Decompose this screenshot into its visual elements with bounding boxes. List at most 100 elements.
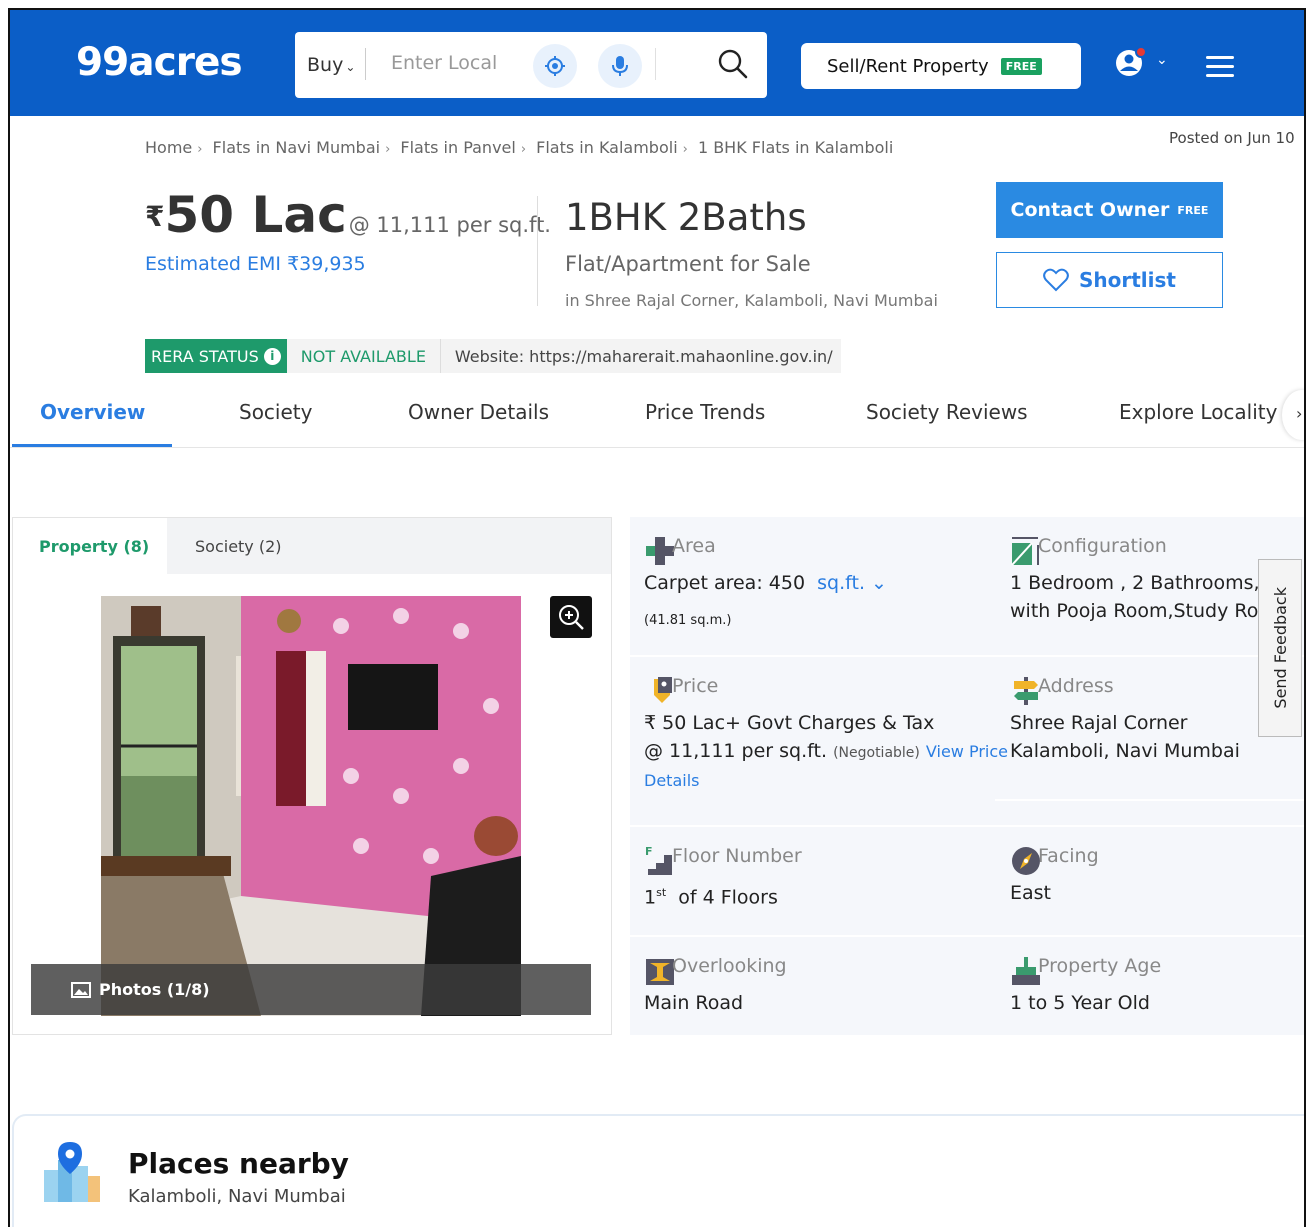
photos-count-bar[interactable]: Photos (1/8) <box>31 964 591 1015</box>
section-tabs: Overview Society Owner Details Price Tre… <box>10 390 1304 448</box>
listing-subtype: Flat/Apartment for Sale <box>565 252 811 276</box>
posted-date: Posted on Jun 10 <box>1169 129 1295 147</box>
price-value: 50 Lac <box>164 186 347 244</box>
chevron-right-icon[interactable]: › <box>1282 390 1304 440</box>
detail-value: East <box>1010 882 1051 904</box>
detail-value: Carpet area: 450 sq.ft. ⌄ <box>644 569 887 597</box>
detail-label: Facing <box>1038 845 1099 867</box>
floor-number: 1 <box>644 886 657 909</box>
tab-owner-details[interactable]: Owner Details <box>408 400 549 424</box>
chevron-down-icon: ⌄ <box>345 60 356 74</box>
divider <box>655 48 656 80</box>
search-bar: Buy ⌄ <box>295 32 767 98</box>
page-frame: 99acres Buy⌄ Sell/Rent Property FREE ⌄ <box>8 8 1306 1227</box>
shortlist-button[interactable]: Shortlist <box>996 252 1223 308</box>
currency-symbol: ₹ <box>145 200 165 233</box>
detail-area: Area Carpet area: 450 sq.ft. ⌄ (41.81 sq… <box>630 517 986 655</box>
tab-overview[interactable]: Overview <box>40 400 145 424</box>
breadcrumb: Home › Flats in Navi Mumbai › Flats in Pan… <box>145 138 893 157</box>
listing-title: 1BHK 2Baths <box>565 196 807 239</box>
detail-label: Address <box>1038 675 1114 697</box>
breadcrumb-item[interactable]: Flats in Navi Mumbai <box>213 138 381 157</box>
chevron-right-icon: › <box>385 142 391 157</box>
detail-facing: Facing East <box>996 827 1304 932</box>
places-nearby-subtitle: Kalamboli, Navi Mumbai <box>128 1186 346 1207</box>
divider <box>995 799 1304 801</box>
photos-count: Photos (1/8) <box>99 980 210 999</box>
breadcrumb-item[interactable]: Home <box>145 138 192 157</box>
contact-owner-button[interactable]: Contact Owner FREE <box>996 182 1223 238</box>
chevron-down-icon[interactable]: ⌄ <box>1156 52 1168 68</box>
photo-gallery: Property (8) Society (2) Photos (1/8) <box>12 517 612 1035</box>
rera-label-text: RERA STATUS <box>151 346 259 366</box>
detail-label: Area <box>672 535 716 557</box>
user-menu-button[interactable] <box>1114 44 1152 84</box>
detail-value: ₹ 50 Lac+ Govt Charges & Tax @ 11,111 pe… <box>644 709 1008 795</box>
detail-value: 1 to 5 Year Old <box>1010 992 1150 1014</box>
detail-label: Overlooking <box>672 955 787 977</box>
top-header: 99acres Buy⌄ Sell/Rent Property FREE ⌄ <box>10 10 1304 116</box>
property-photo[interactable] <box>101 596 521 1016</box>
detail-label: Property Age <box>1038 955 1162 977</box>
info-icon[interactable]: i <box>263 347 281 365</box>
zoom-button[interactable] <box>550 596 592 638</box>
detail-price: Price ₹ 50 Lac+ Govt Charges & Tax @ 11,… <box>630 657 1008 822</box>
buy-dropdown[interactable]: Buy ⌄ <box>307 54 355 76</box>
svg-text:F: F <box>645 845 653 858</box>
detail-property-age: Property Age 1 to 5 Year Old <box>996 937 1304 1035</box>
feedback-label: Send Feedback <box>1270 587 1290 709</box>
tab-society-reviews[interactable]: Society Reviews <box>866 400 1028 424</box>
divider <box>537 196 538 306</box>
view-price-details-link[interactable]: Details <box>644 767 1008 795</box>
tab-society-photos[interactable]: Society (2) <box>195 518 282 574</box>
negotiable-label: (Negotiable) <box>833 745 920 761</box>
shortlist-label: Shortlist <box>1079 268 1176 292</box>
search-input[interactable] <box>391 52 521 74</box>
detail-value: 1 Bedroom , 2 Bathrooms, with Pooja Room,… <box>1010 569 1260 625</box>
breadcrumb-item[interactable]: Flats in Kalamboli <box>536 138 678 157</box>
breadcrumb-item[interactable]: 1 BHK Flats in Kalamboli <box>698 138 893 157</box>
room-photo-illustration <box>101 596 521 1016</box>
image-icon <box>71 981 91 998</box>
rera-website: Website: https://maharerait.mahaonline.g… <box>440 339 841 373</box>
tab-price-trends[interactable]: Price Trends <box>645 400 765 424</box>
rera-status-label: RERA STATUS i <box>145 339 287 373</box>
user-avatar-icon <box>1116 46 1147 76</box>
tab-explore-locality[interactable]: Explore Locality <box>1119 400 1277 424</box>
detail-value: Shree Rajal Corner Kalamboli, Navi Mumbai <box>1010 709 1240 765</box>
sell-rent-property-button[interactable]: Sell/Rent Property FREE <box>801 43 1081 89</box>
locate-me-button[interactable] <box>533 44 577 88</box>
detail-label: Configuration <box>1038 535 1167 557</box>
contact-label: Contact Owner <box>1010 199 1170 221</box>
price-line: ₹ 50 Lac+ Govt Charges & Tax <box>644 712 935 734</box>
config-line: with Pooja Room,Study Ro <box>1010 600 1259 622</box>
total-floors: of 4 Floors <box>678 886 778 909</box>
unit-dropdown[interactable]: sq.ft. ⌄ <box>817 572 887 594</box>
hamburger-menu-icon[interactable] <box>1206 56 1234 83</box>
microphone-icon <box>612 56 628 76</box>
price-per-sqft: @ 11,111 per sq.ft. <box>348 213 551 237</box>
detail-label: Floor Number <box>672 845 802 867</box>
search-button[interactable] <box>717 48 749 84</box>
detail-value: Main Road <box>644 992 744 1014</box>
property-details-grid: Area Carpet area: 450 sq.ft. ⌄ (41.81 sq… <box>630 517 1304 1035</box>
detail-value: 1st of 4 Floors <box>644 879 778 911</box>
search-icon <box>718 49 748 79</box>
config-line: 1 Bedroom , 2 Bathrooms, <box>1010 572 1260 594</box>
heart-icon <box>1043 268 1069 292</box>
chevron-down-icon: ⌄ <box>871 572 887 594</box>
active-tab-indicator <box>12 444 172 447</box>
rera-status-bar: RERA STATUS i NOT AVAILABLE Website: http… <box>145 339 841 373</box>
voice-search-button[interactable] <box>598 44 642 88</box>
chevron-right-icon: › <box>682 142 688 157</box>
tab-property-photos[interactable]: Property (8) <box>13 518 167 574</box>
tab-society[interactable]: Society <box>239 400 312 424</box>
estimated-emi-link[interactable]: Estimated EMI ₹39,935 <box>145 253 366 275</box>
floor-suffix: st <box>656 886 667 899</box>
chevron-right-icon: › <box>197 142 203 157</box>
logo[interactable]: 99acres <box>76 40 243 85</box>
detail-overlooking: Overlooking Main Road <box>630 937 996 1035</box>
gallery-tabs: Property (8) Society (2) <box>13 518 611 574</box>
send-feedback-button[interactable]: Send Feedback <box>1258 559 1302 737</box>
breadcrumb-item[interactable]: Flats in Panvel <box>400 138 515 157</box>
